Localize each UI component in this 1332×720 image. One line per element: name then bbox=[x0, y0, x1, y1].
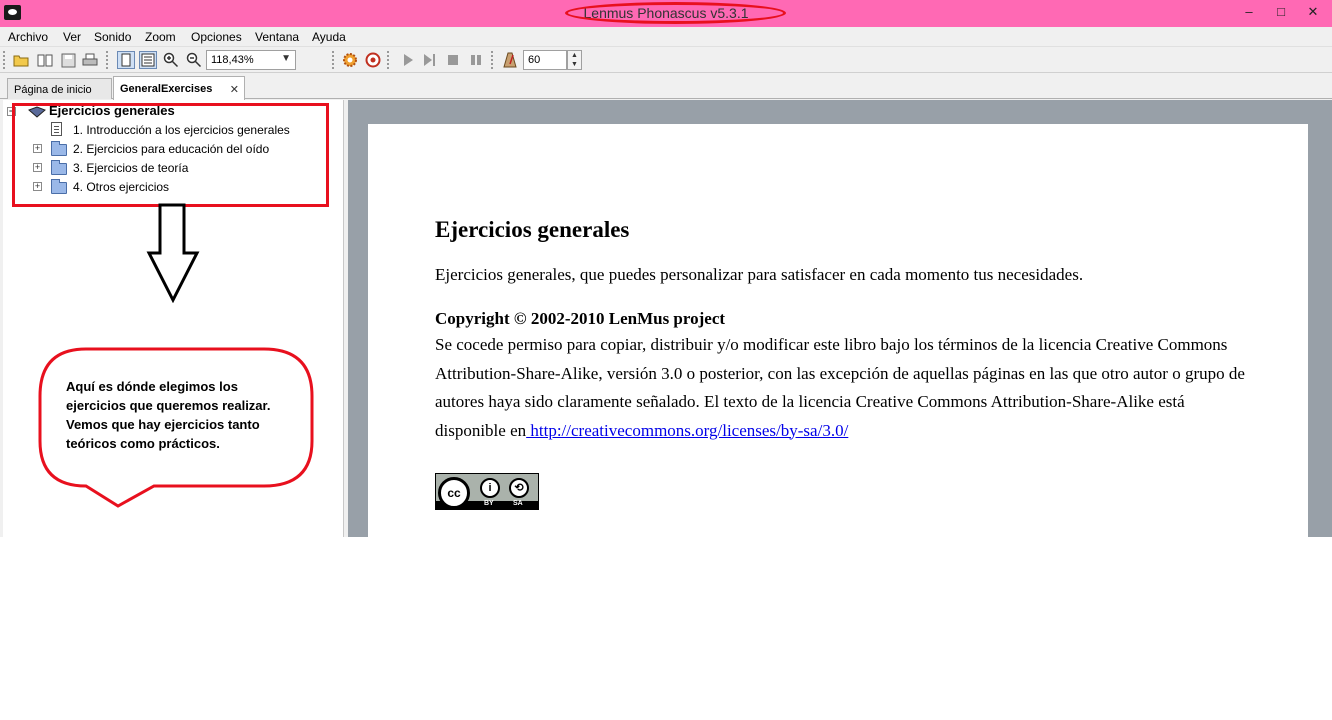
page-layout-icon[interactable] bbox=[139, 51, 157, 69]
print-icon[interactable] bbox=[81, 51, 99, 69]
menu-opciones[interactable]: Opciones bbox=[191, 30, 242, 44]
zoom-level-select[interactable]: 118,43% ▼ bbox=[206, 50, 296, 70]
copyright-heading: Copyright © 2002-2010 LenMus project bbox=[435, 309, 726, 328]
close-button[interactable]: ✕ bbox=[1302, 2, 1324, 22]
settings-wheel-icon[interactable] bbox=[364, 51, 382, 69]
zoom-level-value: 118,43% bbox=[211, 54, 254, 66]
toolbar-grip[interactable] bbox=[491, 51, 494, 69]
zoom-out-icon[interactable] bbox=[185, 51, 203, 69]
page-intro: Ejercicios generales, que puedes persona… bbox=[435, 265, 1084, 284]
menu-ayuda[interactable]: Ayuda bbox=[312, 30, 346, 44]
gear-icon[interactable] bbox=[341, 51, 359, 69]
content-pane: Ejercicios generales Ejercicios generale… bbox=[348, 100, 1332, 537]
menu-zoom[interactable]: Zoom bbox=[145, 30, 176, 44]
license-link[interactable]: http://creativecommons.org/licenses/by-s… bbox=[526, 421, 848, 440]
page-view-icon[interactable] bbox=[117, 51, 135, 69]
toolbar-grip[interactable] bbox=[106, 51, 109, 69]
sa-label: SA bbox=[513, 500, 523, 507]
open-book-icon[interactable] bbox=[36, 51, 54, 69]
play-step-icon[interactable] bbox=[421, 51, 439, 69]
zoom-in-icon[interactable] bbox=[162, 51, 180, 69]
toolbar-grip[interactable] bbox=[387, 51, 390, 69]
annotation-line: Vemos que hay ejercicios tanto bbox=[66, 417, 260, 432]
menu-ventana[interactable]: Ventana bbox=[255, 30, 299, 44]
app-window: Lenmus Phonascus v5.3.1 – □ ✕ Archivo Ve… bbox=[0, 0, 1332, 537]
tab-bar: Página de inicio GeneralExercises ✕ bbox=[0, 73, 1332, 100]
annotation-line: teóricos como prácticos. bbox=[66, 436, 220, 451]
chevron-down-icon: ▼ bbox=[281, 53, 291, 64]
pause-icon[interactable] bbox=[467, 51, 485, 69]
sa-icon: ⟲ bbox=[509, 478, 529, 498]
toolbar-grip[interactable] bbox=[332, 51, 335, 69]
down-arrow-annotation bbox=[146, 203, 200, 303]
play-icon[interactable] bbox=[399, 51, 417, 69]
tab-label: Página de inicio bbox=[14, 84, 92, 96]
license-paragraph: Se cocede permiso para copiar, distribui… bbox=[435, 331, 1255, 445]
page-title: Ejercicios generales bbox=[435, 217, 630, 242]
document-page: Ejercicios generales Ejercicios generale… bbox=[368, 124, 1308, 537]
toolbar: 118,43% ▼ 60 ▲ ▼ bbox=[0, 46, 1332, 73]
tab-pagina-de-inicio[interactable]: Página de inicio bbox=[7, 78, 112, 99]
annotation-text: Aquí es dónde elegimos los ejercicios qu… bbox=[66, 377, 298, 453]
title-bar: Lenmus Phonascus v5.3.1 – □ ✕ bbox=[0, 0, 1332, 27]
tempo-spinner[interactable]: ▲ ▼ bbox=[567, 50, 582, 70]
annotation-line: Aquí es dónde elegimos los bbox=[66, 379, 238, 394]
cc-icon: cc bbox=[438, 477, 470, 509]
tab-general-exercises[interactable]: GeneralExercises ✕ bbox=[113, 76, 245, 100]
by-label: BY bbox=[484, 500, 494, 507]
by-icon: i bbox=[480, 478, 500, 498]
cc-by-sa-badge[interactable]: cc i ⟲ BY SA bbox=[435, 473, 539, 510]
open-folder-icon[interactable] bbox=[12, 51, 30, 69]
stop-icon[interactable] bbox=[444, 51, 462, 69]
tree-highlight-box bbox=[12, 103, 329, 207]
menu-ver[interactable]: Ver bbox=[63, 30, 81, 44]
menu-archivo[interactable]: Archivo bbox=[8, 30, 48, 44]
tab-close-icon[interactable]: ✕ bbox=[230, 83, 239, 96]
menu-bar: Archivo Ver Sonido Zoom Opciones Ventana… bbox=[0, 27, 1332, 46]
metronome-icon[interactable] bbox=[501, 51, 519, 69]
toolbar-grip[interactable] bbox=[3, 51, 6, 69]
minimize-button[interactable]: – bbox=[1238, 2, 1260, 22]
tempo-input[interactable]: 60 bbox=[523, 50, 567, 70]
maximize-button[interactable]: □ bbox=[1270, 2, 1292, 22]
annotation-line: ejercicios que queremos realizar. bbox=[66, 398, 271, 413]
page-body: Ejercicios generales Ejercicios generale… bbox=[435, 217, 1255, 445]
menu-sonido[interactable]: Sonido bbox=[94, 30, 131, 44]
tab-label: GeneralExercises bbox=[120, 83, 213, 95]
save-icon[interactable] bbox=[59, 51, 77, 69]
title-highlight-ellipse bbox=[565, 2, 786, 24]
